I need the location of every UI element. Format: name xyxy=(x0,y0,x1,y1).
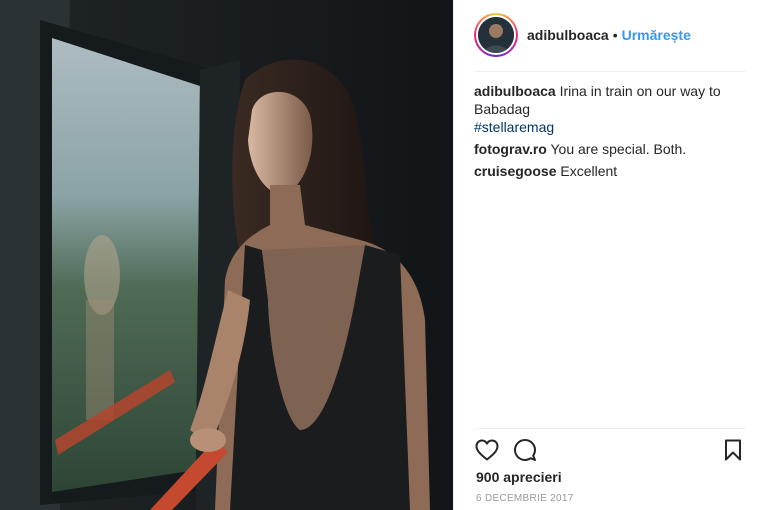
hashtag-link[interactable]: #stellaremag xyxy=(474,118,752,136)
header-username[interactable]: adibulboaca xyxy=(527,27,609,43)
post-header: adibulboaca • Urmărește xyxy=(454,0,768,70)
comments-list: adibulboaca Irina in train on our way to… xyxy=(474,82,752,184)
header-divider xyxy=(474,71,746,72)
post-image xyxy=(0,0,453,510)
comment-author[interactable]: fotograv.ro xyxy=(474,141,547,157)
follow-button[interactable]: Urmărește xyxy=(622,27,691,43)
instagram-post: adibulboaca • Urmărește adibulboaca Irin… xyxy=(0,0,768,510)
post-side-panel: adibulboaca • Urmărește adibulboaca Irin… xyxy=(453,0,768,510)
actions-divider xyxy=(474,428,746,429)
comment-author[interactable]: cruisegoose xyxy=(474,163,556,179)
story-ring[interactable] xyxy=(474,13,518,57)
likes-count[interactable]: 900 aprecieri xyxy=(476,469,562,485)
avatar[interactable] xyxy=(478,17,514,53)
comment-item: fotograv.ro You are special. Both. xyxy=(474,140,752,158)
post-date[interactable]: 6 DECEMBRIE 2017 xyxy=(476,493,574,504)
caption: adibulboaca Irina in train on our way to… xyxy=(474,82,752,136)
like-button[interactable] xyxy=(474,437,500,463)
comment-item: cruisegoose Excellent xyxy=(474,162,752,180)
comment-text: Excellent xyxy=(560,163,618,179)
caption-author[interactable]: adibulboaca xyxy=(474,83,556,99)
save-button[interactable] xyxy=(720,437,746,463)
post-photo[interactable] xyxy=(0,0,453,510)
heart-icon xyxy=(475,439,499,461)
comment-text: You are special. Both. xyxy=(550,141,687,157)
action-bar xyxy=(474,437,746,463)
profile-photo-icon xyxy=(478,17,514,53)
bookmark-icon xyxy=(725,439,741,461)
comment-button[interactable] xyxy=(512,437,538,463)
comment-icon xyxy=(514,439,536,461)
header-separator: • xyxy=(612,27,618,43)
